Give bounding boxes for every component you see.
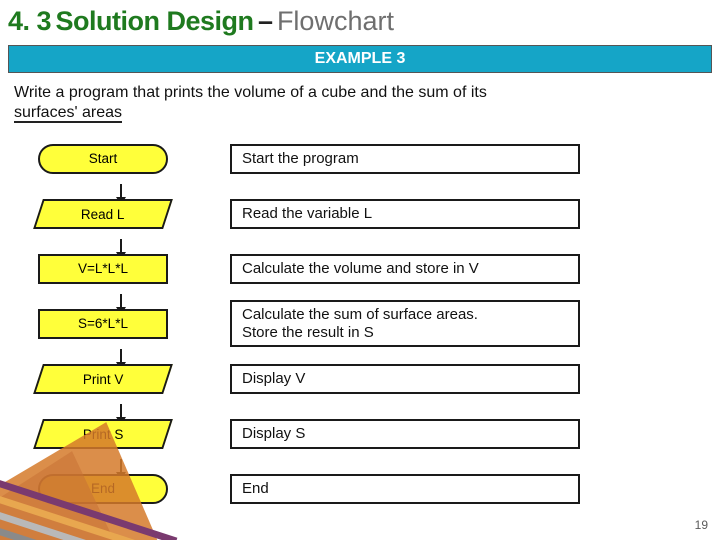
- desc-text: Display S: [242, 425, 568, 442]
- desc-col: Read the variable L: [230, 199, 580, 229]
- shape-label: Start: [89, 151, 118, 166]
- example-banner: EXAMPLE 3: [8, 45, 712, 73]
- desc-box: Display V: [230, 364, 580, 394]
- desc-col: Display V: [230, 364, 580, 394]
- step-row: Print S Display S: [18, 406, 720, 461]
- flow-shape-col: Start: [18, 144, 188, 174]
- flow-shape-col: End: [18, 474, 188, 504]
- step-row: Start Start the program: [18, 131, 720, 186]
- flow-shape-col: Read L: [18, 199, 188, 229]
- title-dash: –: [258, 6, 273, 36]
- flow-process: V=L*L*L: [38, 254, 168, 284]
- problem-prompt: Write a program that prints the volume o…: [0, 73, 720, 129]
- deco-stripe-icon: [0, 515, 177, 540]
- banner-text: EXAMPLE 3: [315, 50, 406, 68]
- shape-label: Print S: [83, 426, 124, 441]
- desc-box: Read the variable L: [230, 199, 580, 229]
- desc-text: Calculate the sum of surface areas.Store…: [242, 306, 568, 341]
- flow-shape-col: S=6*L*L: [18, 309, 188, 339]
- flow-shape-col: Print S: [18, 419, 188, 449]
- desc-col: Calculate the sum of surface areas.Store…: [230, 300, 580, 347]
- flow-shape-col: V=L*L*L: [18, 254, 188, 284]
- flowchart-table: Start Start the program Read L Read the …: [0, 129, 720, 516]
- title-gray: Flowchart: [277, 6, 394, 36]
- desc-text: Calculate the volume and store in V: [242, 260, 568, 277]
- desc-box: Calculate the volume and store in V: [230, 254, 580, 284]
- slide: 4. 3 Solution Design – Flowchart EXAMPLE…: [0, 0, 720, 540]
- step-row: V=L*L*L Calculate the volume and store i…: [18, 241, 720, 296]
- step-row: S=6*L*L Calculate the sum of surface are…: [18, 296, 720, 351]
- slide-title: 4. 3 Solution Design – Flowchart: [0, 0, 720, 41]
- desc-box: Calculate the sum of surface areas.Store…: [230, 300, 580, 347]
- shape-label: Read L: [81, 206, 125, 221]
- step-row: End End: [18, 461, 720, 516]
- flow-terminator: End: [38, 474, 168, 504]
- flow-io: Read L: [33, 199, 173, 229]
- desc-text: End: [242, 480, 568, 497]
- step-row: Read L Read the variable L: [18, 186, 720, 241]
- flow-io: Print V: [33, 364, 173, 394]
- prompt-line-2: surfaces' areas: [14, 104, 122, 123]
- shape-label: V=L*L*L: [78, 261, 128, 276]
- flow-terminator: Start: [38, 144, 168, 174]
- desc-text: Display V: [242, 370, 568, 387]
- desc-col: Calculate the volume and store in V: [230, 254, 580, 284]
- title-section: 4. 3: [8, 6, 51, 36]
- flow-process: S=6*L*L: [38, 309, 168, 339]
- desc-col: Start the program: [230, 144, 580, 174]
- desc-box: Start the program: [230, 144, 580, 174]
- desc-col: End: [230, 474, 580, 504]
- step-row: Print V Display V: [18, 351, 720, 406]
- prompt-line-1: Write a program that prints the volume o…: [14, 84, 487, 101]
- flow-io: Print S: [33, 419, 173, 449]
- desc-text: Start the program: [242, 150, 568, 167]
- desc-col: Display S: [230, 419, 580, 449]
- title-green: Solution Design: [56, 6, 254, 36]
- flow-shape-col: Print V: [18, 364, 188, 394]
- desc-box: End: [230, 474, 580, 504]
- page-number: 19: [695, 518, 708, 532]
- shape-label: End: [91, 481, 115, 496]
- desc-text: Read the variable L: [242, 205, 568, 222]
- desc-box: Display S: [230, 419, 580, 449]
- shape-label: Print V: [83, 371, 124, 386]
- shape-label: S=6*L*L: [78, 316, 128, 331]
